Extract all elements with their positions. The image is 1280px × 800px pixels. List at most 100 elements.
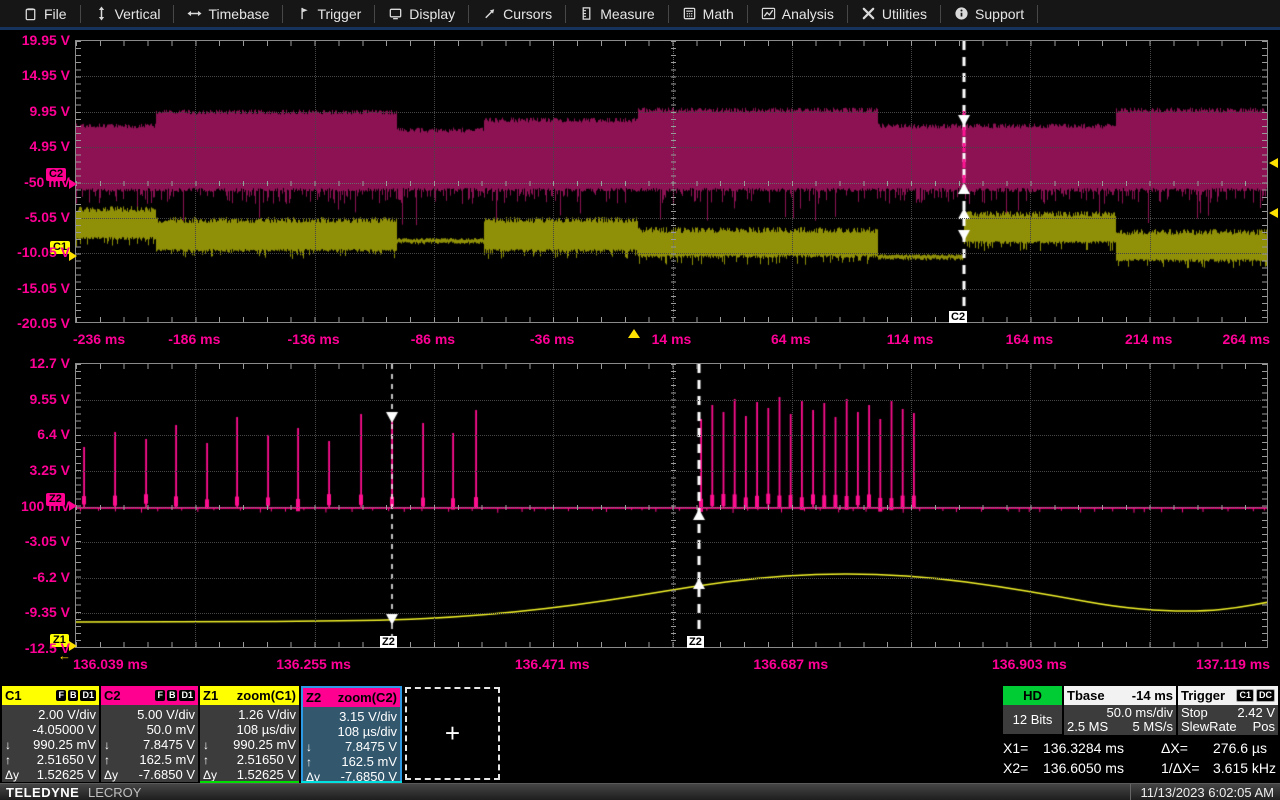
menu-trigger[interactable]: Trigger xyxy=(283,0,374,29)
x1-value: 136.3284 ms xyxy=(1043,740,1161,756)
axis-tick-label: 136.471 ms xyxy=(515,656,590,672)
timebase-icon xyxy=(187,6,202,21)
x2-label: X2= xyxy=(1003,760,1043,776)
z1-max: 2.51650 V xyxy=(237,752,296,767)
menu-vertical[interactable]: Vertical xyxy=(81,0,174,29)
menu-label: File xyxy=(44,6,67,22)
cursor-readout-x1: X1= 136.3284 ms ΔX= 276.6 µs xyxy=(1003,740,1279,756)
max-icon: ↑ xyxy=(203,753,209,767)
menu-label: Display xyxy=(409,6,455,22)
c2-values: 5.00 V/div 50.0 mV ↓7.8475 V ↑162.5 mV Δ… xyxy=(101,705,198,782)
badge-b: B xyxy=(68,690,79,701)
delta-y-icon: Δy xyxy=(203,768,217,782)
cursors-icon xyxy=(482,6,497,21)
tbase-header: Tbase -14 ms xyxy=(1064,686,1176,705)
menu-display[interactable]: Display xyxy=(375,0,468,29)
trigger-coupling-badge: DC xyxy=(1256,689,1275,702)
menu-support[interactable]: Support xyxy=(941,0,1037,29)
zoom-waveform-grid[interactable] xyxy=(75,363,1268,648)
axis-tick-label: 6.4 V xyxy=(0,426,70,442)
tbase-samples: 2.5 MS xyxy=(1067,720,1108,734)
x2-value: 136.6050 ms xyxy=(1043,760,1161,776)
menu-file[interactable]: File xyxy=(10,0,80,29)
axis-tick-label: -86 ms xyxy=(411,331,455,347)
tbase-values: 50.0 ms/div 2.5 MS5 MS/s xyxy=(1064,705,1176,735)
invdx-label: 1/ΔX= xyxy=(1161,760,1213,776)
menu-label: Measure xyxy=(600,6,654,22)
axis-tick-label: -20.05 V xyxy=(0,315,70,331)
axis-tick-label: 136.255 ms xyxy=(276,656,351,672)
tbase-label: Tbase xyxy=(1067,688,1105,703)
z2-header: Z2 zoom(C2) xyxy=(303,688,400,707)
menu-timebase[interactable]: Timebase xyxy=(174,0,282,29)
channel-descriptor-c1[interactable]: C1 F B D1 2.00 V/div -4.05000 V ↓990.25 … xyxy=(2,686,99,782)
menu-label: Math xyxy=(703,6,734,22)
trigger-level-marker-icon[interactable] xyxy=(1269,208,1278,218)
axis-tick-label: 9.95 V xyxy=(0,103,70,119)
axis-tick-label: -186 ms xyxy=(168,331,220,347)
min-icon: ↓ xyxy=(306,740,312,754)
channel-descriptor-c2[interactable]: C2 F B D1 5.00 V/div 50.0 mV ↓7.8475 V ↑… xyxy=(101,686,198,782)
menu-math[interactable]: Math xyxy=(669,0,747,29)
channel-id: Z1 xyxy=(203,688,218,703)
c2-header: C2 F B D1 xyxy=(101,686,198,705)
axis-tick-label: 9.55 V xyxy=(0,391,70,407)
menu-separator xyxy=(1037,5,1038,23)
delta-y-icon: Δy xyxy=(104,768,118,782)
menu-bar: File Vertical Timebase Trigger Display C… xyxy=(0,0,1280,30)
zoom-descriptor-z1[interactable]: Z1 zoom(C1) 1.26 V/div 108 µs/div ↓990.2… xyxy=(200,686,299,782)
datetime[interactable]: 11/13/2023 6:02:05 AM xyxy=(1130,784,1274,800)
trigger-mode: Stop xyxy=(1181,706,1208,720)
menu-utilities[interactable]: Utilities xyxy=(848,0,940,29)
add-trace-button[interactable]: + xyxy=(405,687,500,780)
c1-max: 2.51650 V xyxy=(37,752,96,767)
cursor-readout-x2: X2= 136.6050 ms 1/ΔX= 3.615 kHz xyxy=(1003,760,1279,776)
cursor-label-c2[interactable]: C2 xyxy=(949,311,967,323)
menu-label: Vertical xyxy=(115,6,161,22)
axis-tick-label: -10.05 V xyxy=(0,244,70,260)
max-icon: ↑ xyxy=(5,753,11,767)
z2-max: 162.5 mV xyxy=(341,754,397,769)
timebase-box[interactable]: Tbase -14 ms 50.0 ms/div 2.5 MS5 MS/s xyxy=(1064,686,1176,735)
channel-id: Z2 xyxy=(306,690,321,705)
brand-teledyne: TELEDYNE xyxy=(6,785,79,800)
menu-analysis[interactable]: Analysis xyxy=(748,0,847,29)
main-waveform-grid[interactable] xyxy=(75,40,1268,323)
taskbar: TELEDYNE LECROY 11/13/2023 6:02:05 AM xyxy=(0,783,1280,800)
invdx-value: 3.615 kHz xyxy=(1213,760,1279,776)
cursor-label-z-left[interactable]: Z2 xyxy=(380,636,397,648)
menu-label: Utilities xyxy=(882,6,927,22)
trigger-slope: Pos xyxy=(1253,720,1275,734)
axis-tick-label: -6.2 V xyxy=(0,569,70,585)
z1-values: 1.26 V/div 108 µs/div ↓990.25 mV ↑2.5165… xyxy=(200,705,299,782)
axis-tick-label: 12.7 V xyxy=(0,355,70,371)
zoom-descriptor-z2-selected[interactable]: Z2 zoom(C2) 3.15 V/div 108 µs/div ↓7.847… xyxy=(301,686,402,786)
delta-y-icon: Δy xyxy=(5,768,19,782)
brand-lecroy: LECROY xyxy=(88,785,141,800)
c1-offset-arrow-icon xyxy=(69,251,77,261)
trigger-position-marker-icon[interactable] xyxy=(628,329,640,338)
axis-tick-label: -236 ms xyxy=(73,331,125,347)
trigger-level-marker-icon[interactable] xyxy=(1269,158,1278,168)
hd-mode-box[interactable]: HD 12 Bits xyxy=(1003,686,1062,734)
dx-label: ΔX= xyxy=(1161,740,1213,756)
support-icon xyxy=(954,6,969,21)
c1-min: 990.25 mV xyxy=(33,737,96,752)
badge-f: F xyxy=(155,690,165,701)
z2-vdiv: 3.15 V/div xyxy=(339,709,397,724)
trigger-level: 2.42 V xyxy=(1237,706,1275,720)
c2-offset-arrow-icon xyxy=(69,179,77,189)
trigger-header: Trigger C1 DC xyxy=(1178,686,1278,705)
c1-offset: -4.05000 V xyxy=(32,722,96,737)
menu-measure[interactable]: Measure xyxy=(566,0,667,29)
z2-tdiv: 108 µs/div xyxy=(337,724,397,739)
c2-max: 162.5 mV xyxy=(139,752,195,767)
axis-tick-label: -12.5 V xyxy=(0,640,70,656)
axis-tick-label: 136.687 ms xyxy=(753,656,828,672)
trigger-box[interactable]: Trigger C1 DC Stop2.42 V SlewRatePos xyxy=(1178,686,1278,735)
zoom-source: zoom(C2) xyxy=(338,690,397,705)
axis-tick-label: -36 ms xyxy=(530,331,574,347)
menu-cursors[interactable]: Cursors xyxy=(469,0,565,29)
cursor-label-z-right[interactable]: Z2 xyxy=(687,636,704,648)
axis-tick-label: 3.25 V xyxy=(0,462,70,478)
